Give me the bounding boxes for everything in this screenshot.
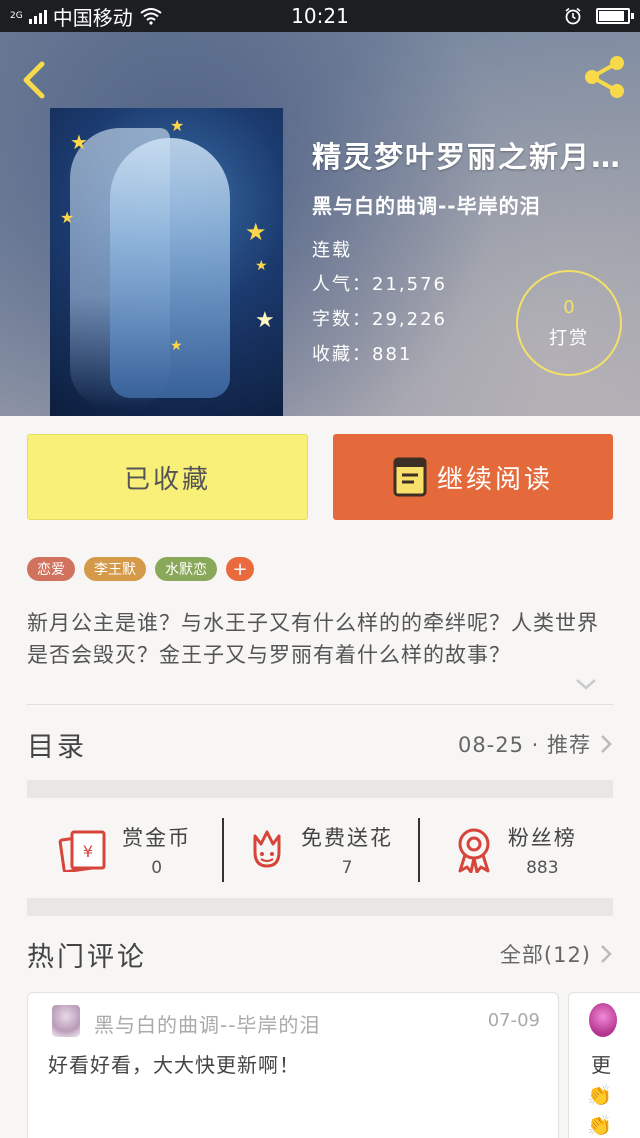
- all-comments-link[interactable]: 全部(12): [500, 939, 613, 969]
- hot-comments-header: 热门评论 全部(12): [27, 932, 613, 976]
- chevron-right-icon: [601, 735, 612, 753]
- stat-name: 粉丝榜: [507, 826, 577, 850]
- back-arrow-icon[interactable]: [18, 60, 54, 100]
- section-separator: [27, 780, 613, 798]
- catalog-row[interactable]: 目录 08-25 · 推荐: [27, 722, 613, 766]
- tag-item[interactable]: 李王默: [84, 557, 146, 581]
- avatar[interactable]: [589, 1003, 617, 1037]
- all-comments-label: 全部(12): [499, 943, 591, 967]
- flower-icon: [253, 830, 281, 868]
- book-header: ★ ★ ★ ★ ★ ★ ★ 精灵梦叶罗丽之新月公主 黑与白的曲调--毕岸的泪 连…: [0, 32, 640, 416]
- comment-text: 好看好看，大大快更新啊！: [48, 1053, 300, 1077]
- chevron-down-icon[interactable]: [574, 676, 598, 692]
- medal-icon: [458, 828, 490, 873]
- comment-text: 更: [591, 1053, 611, 1077]
- gold-coin-reward[interactable]: ¥ 赏金币 0: [27, 808, 222, 892]
- stat-value: 883: [526, 858, 559, 878]
- book-word-count: 字数：29,226: [312, 309, 447, 330]
- tag-item[interactable]: 恋爱: [27, 557, 75, 581]
- book-synopsis[interactable]: 新月公主是谁？与水王子又有什么样的的牵绊呢？人类世界是否会毁灭？金王子又与罗丽有…: [27, 607, 613, 671]
- clap-emoji: 👏: [587, 1113, 612, 1137]
- fan-ranking[interactable]: 粉丝榜 883: [417, 808, 613, 892]
- tip-count: 0: [563, 296, 575, 318]
- stat-name: 赏金币: [122, 826, 192, 850]
- book-popularity: 人气：21,576: [312, 274, 447, 295]
- stat-value: 7: [341, 858, 353, 878]
- catalog-title: 目录: [27, 731, 87, 763]
- tag-list: 恋爱 李王默 水默恋 +: [27, 557, 254, 581]
- book-favorites: 收藏：881: [312, 344, 413, 365]
- clap-emoji: 👏: [587, 1083, 612, 1107]
- book-icon: [393, 457, 427, 497]
- alarm-icon: [565, 7, 581, 25]
- catalog-update-info: 08-25 · 推荐: [457, 733, 591, 757]
- continue-reading-label: 继续阅读: [436, 464, 553, 495]
- signal-icon: [28, 8, 47, 24]
- collected-button[interactable]: 已收藏: [27, 434, 308, 520]
- support-stats: ¥ 赏金币 0 免费送花 7 粉丝榜 883: [27, 808, 613, 892]
- comment-date: 07-09: [487, 1010, 540, 1031]
- stat-name: 免费送花: [300, 826, 393, 850]
- carrier-name: 中国移动: [52, 5, 133, 30]
- stat-value: 0: [151, 858, 163, 878]
- tip-label: 打赏: [549, 327, 589, 349]
- book-title: 精灵梦叶罗丽之新月公主: [312, 140, 630, 174]
- collected-label: 已收藏: [123, 464, 211, 495]
- status-bar: 2G 中国移动 10:21: [0, 0, 640, 32]
- continue-reading-button[interactable]: 继续阅读: [333, 434, 613, 520]
- network-type-label: 2G: [10, 10, 23, 21]
- wifi-icon: [140, 8, 162, 25]
- comment-card[interactable]: 更 👏 👏: [568, 992, 640, 1138]
- book-cover-image[interactable]: ★ ★ ★ ★ ★ ★ ★: [50, 108, 283, 416]
- battery-icon: [596, 8, 634, 24]
- comment-author[interactable]: 黑与白的曲调--毕岸的泪: [94, 1009, 320, 1038]
- comment-card[interactable]: 黑与白的曲调--毕岸的泪 07-09 好看好看，大大快更新啊！: [27, 992, 559, 1138]
- book-author[interactable]: 黑与白的曲调--毕岸的泪: [312, 190, 541, 219]
- divider: [27, 704, 613, 705]
- share-icon[interactable]: [582, 54, 628, 100]
- svg-text:¥: ¥: [83, 842, 93, 861]
- red-envelope-icon: ¥: [58, 830, 106, 872]
- tag-item[interactable]: 水默恋: [155, 557, 217, 581]
- section-separator: [27, 898, 613, 916]
- avatar[interactable]: [52, 1005, 80, 1037]
- book-status: 连载: [312, 240, 352, 261]
- free-flower[interactable]: 免费送花 7: [222, 808, 417, 892]
- tip-button[interactable]: 0 打赏: [516, 270, 622, 376]
- add-tag-button[interactable]: +: [226, 557, 254, 581]
- hot-comments-title: 热门评论: [27, 941, 147, 973]
- chevron-right-icon: [601, 945, 612, 963]
